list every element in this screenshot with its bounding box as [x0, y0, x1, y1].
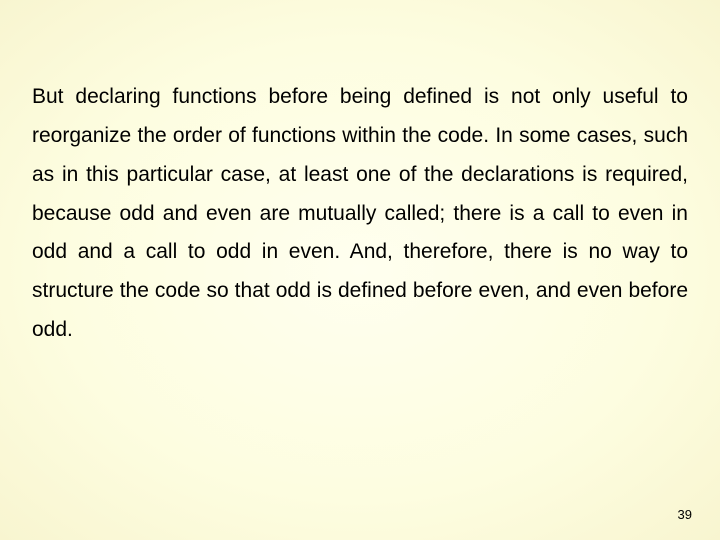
slide-body-text: But declaring functions before being def…	[32, 78, 688, 350]
page-number: 39	[678, 507, 692, 522]
